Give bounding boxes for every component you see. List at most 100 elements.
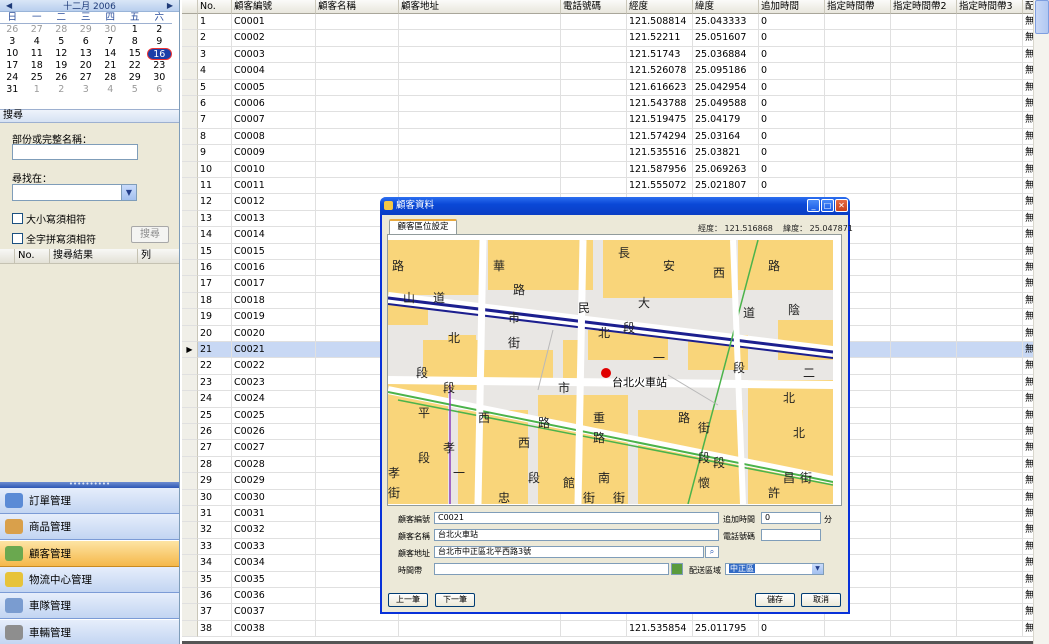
table-cell[interactable]: C0012	[232, 194, 316, 211]
row-indicator[interactable]	[182, 407, 198, 424]
vertical-scrollbar[interactable]	[1033, 0, 1049, 644]
table-cell[interactable]	[891, 292, 957, 310]
table-cell[interactable]	[825, 30, 891, 47]
table-cell[interactable]	[891, 489, 957, 506]
calendar-day[interactable]: 5	[49, 36, 74, 48]
calendar-day[interactable]: 1	[123, 24, 148, 36]
table-cell[interactable]	[825, 620, 891, 638]
calendar-day[interactable]: 13	[74, 48, 99, 60]
table-cell[interactable]: C0019	[232, 309, 316, 326]
calendar-day[interactable]: 29	[123, 72, 148, 84]
table-cell[interactable]	[825, 46, 891, 64]
table-cell[interactable]: 23	[198, 374, 232, 392]
grid-column-header[interactable]: 指定時間帶2	[891, 0, 957, 14]
table-cell[interactable]	[316, 161, 399, 178]
table-cell[interactable]: C0005	[232, 79, 316, 96]
row-indicator[interactable]	[182, 112, 198, 129]
cancel-button[interactable]: 取消	[801, 593, 841, 607]
save-button[interactable]: 儲存	[755, 593, 795, 607]
table-cell[interactable]	[891, 342, 957, 359]
table-cell[interactable]: 25.036884	[693, 46, 759, 64]
table-cell[interactable]: C0035	[232, 571, 316, 588]
table-cell[interactable]: 25.042954	[693, 79, 759, 96]
row-indicator[interactable]	[182, 424, 198, 441]
table-cell[interactable]	[957, 227, 1023, 244]
table-cell[interactable]	[957, 161, 1023, 178]
table-cell[interactable]: 121.587956	[627, 161, 693, 178]
nav-item-order[interactable]: 訂單管理	[0, 488, 179, 514]
table-cell[interactable]: 0	[759, 63, 825, 80]
table-cell[interactable]: 35	[198, 571, 232, 588]
table-cell[interactable]: C0036	[232, 588, 316, 605]
table-cell[interactable]	[316, 46, 399, 64]
table-cell[interactable]	[957, 292, 1023, 310]
table-cell[interactable]	[891, 538, 957, 556]
table-cell[interactable]: C0030	[232, 489, 316, 506]
table-cell[interactable]	[957, 391, 1023, 408]
table-cell[interactable]	[957, 14, 1023, 31]
table-cell[interactable]: C0003	[232, 46, 316, 64]
table-cell[interactable]	[957, 342, 1023, 359]
table-cell[interactable]	[399, 178, 561, 195]
table-cell[interactable]	[957, 588, 1023, 605]
table-cell[interactable]	[561, 620, 627, 638]
table-cell[interactable]: C0025	[232, 407, 316, 424]
table-cell[interactable]: 121.52211	[627, 30, 693, 47]
table-cell[interactable]: 14	[198, 227, 232, 244]
table-cell[interactable]: C0010	[232, 161, 316, 178]
table-cell[interactable]: 11	[198, 178, 232, 195]
table-cell[interactable]	[891, 473, 957, 490]
table-cell[interactable]	[957, 571, 1023, 588]
table-cell[interactable]	[891, 358, 957, 375]
table-cell[interactable]: 0	[759, 178, 825, 195]
grid-column-header[interactable]: 緯度	[693, 0, 759, 14]
table-cell[interactable]	[399, 46, 561, 64]
cust-name-field[interactable]: 台北火車站	[434, 529, 719, 541]
table-cell[interactable]: 2	[198, 30, 232, 47]
calendar-day[interactable]: 27	[25, 24, 50, 36]
table-cell[interactable]	[825, 178, 891, 195]
calendar-day-selected[interactable]: 16	[147, 48, 172, 60]
table-cell[interactable]	[957, 506, 1023, 523]
table-cell[interactable]	[891, 604, 957, 621]
table-cell[interactable]: C0034	[232, 555, 316, 572]
table-cell[interactable]	[957, 210, 1023, 228]
table-cell[interactable]: 17	[198, 276, 232, 293]
row-indicator[interactable]	[182, 260, 198, 277]
table-cell[interactable]	[891, 325, 957, 342]
table-cell[interactable]: 1	[198, 14, 232, 31]
row-indicator[interactable]	[182, 538, 198, 556]
table-cell[interactable]	[957, 440, 1023, 457]
table-cell[interactable]: 0	[759, 145, 825, 162]
table-cell[interactable]	[399, 112, 561, 129]
table-cell[interactable]	[825, 145, 891, 162]
table-cell[interactable]	[891, 243, 957, 260]
table-cell[interactable]	[399, 14, 561, 31]
calendar-day[interactable]: 29	[74, 24, 99, 36]
table-cell[interactable]: 36	[198, 588, 232, 605]
row-indicator[interactable]	[182, 161, 198, 178]
table-cell[interactable]	[891, 522, 957, 539]
table-cell[interactable]: 25.043333	[693, 14, 759, 31]
table-cell[interactable]: C0009	[232, 145, 316, 162]
table-cell[interactable]	[957, 96, 1023, 113]
calendar-day[interactable]: 28	[98, 72, 123, 84]
table-cell[interactable]: 0	[759, 30, 825, 47]
table-cell[interactable]	[957, 620, 1023, 638]
table-cell[interactable]	[957, 325, 1023, 342]
timeband-picker-icon[interactable]	[671, 563, 683, 575]
table-cell[interactable]: C0023	[232, 374, 316, 392]
checkbox-box[interactable]	[12, 233, 23, 244]
table-cell[interactable]: 3	[198, 46, 232, 64]
table-cell[interactable]: 25.095186	[693, 63, 759, 80]
table-cell[interactable]: C0008	[232, 128, 316, 146]
table-cell[interactable]	[891, 620, 957, 638]
table-cell[interactable]: 30	[198, 489, 232, 506]
calendar-day[interactable]: 17	[0, 60, 25, 72]
grid-column-header[interactable]: 指定時間帶3	[957, 0, 1023, 14]
calendar-day[interactable]: 1	[25, 84, 50, 96]
table-cell[interactable]	[891, 506, 957, 523]
table-cell[interactable]: C0017	[232, 276, 316, 293]
table-cell[interactable]: 25.03821	[693, 145, 759, 162]
table-cell[interactable]: 6	[198, 96, 232, 113]
